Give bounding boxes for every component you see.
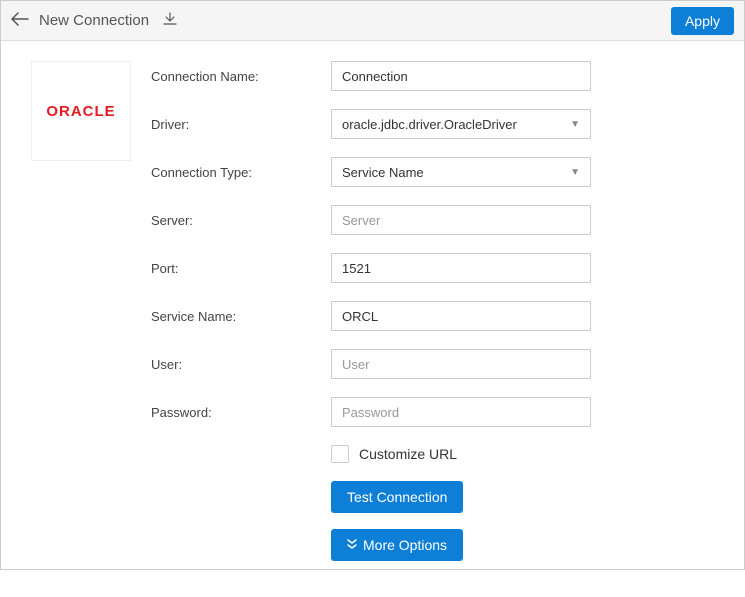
label-service-name: Service Name: [151, 309, 331, 324]
input-port[interactable] [331, 253, 591, 283]
row-user: User: [151, 349, 714, 379]
checkbox-customize-url[interactable] [331, 445, 349, 463]
row-connection-name: Connection Name: [151, 61, 714, 91]
input-user[interactable] [331, 349, 591, 379]
label-driver: Driver: [151, 117, 331, 132]
test-connection-button[interactable]: Test Connection [331, 481, 463, 513]
chevron-down-icon: ▼ [570, 167, 580, 178]
back-arrow-icon[interactable] [11, 10, 29, 31]
input-password[interactable] [331, 397, 591, 427]
label-port: Port: [151, 261, 331, 276]
row-test-connection: Test Connection [331, 481, 714, 513]
input-server[interactable] [331, 205, 591, 235]
select-connection-type[interactable]: Service Name ▼ [331, 157, 591, 187]
select-connection-type-value: Service Name [342, 165, 424, 180]
label-server: Server: [151, 213, 331, 228]
more-options-label: More Options [363, 537, 447, 553]
label-connection-name: Connection Name: [151, 69, 331, 84]
label-user: User: [151, 357, 331, 372]
page-header: New Connection Apply [1, 1, 744, 41]
oracle-logo-text: ORACLE [46, 103, 115, 120]
connection-logo: ORACLE [31, 61, 131, 161]
header-left: New Connection [11, 10, 181, 31]
content-area: ORACLE Connection Name: Driver: oracle.j… [1, 41, 744, 597]
select-driver-value: oracle.jdbc.driver.OracleDriver [342, 117, 517, 132]
row-customize-url: Customize URL [331, 445, 714, 463]
page-title: New Connection [39, 12, 149, 29]
row-driver: Driver: oracle.jdbc.driver.OracleDriver … [151, 109, 714, 139]
input-connection-name[interactable] [331, 61, 591, 91]
row-port: Port: [151, 253, 714, 283]
expand-down-icon [347, 538, 357, 552]
select-driver[interactable]: oracle.jdbc.driver.OracleDriver ▼ [331, 109, 591, 139]
input-service-name[interactable] [331, 301, 591, 331]
row-server: Server: [151, 205, 714, 235]
row-service-name: Service Name: [151, 301, 714, 331]
row-more-options: More Options [331, 529, 714, 561]
import-icon[interactable] [159, 10, 181, 31]
label-password: Password: [151, 405, 331, 420]
label-connection-type: Connection Type: [151, 165, 331, 180]
label-customize-url: Customize URL [359, 446, 457, 462]
more-options-button[interactable]: More Options [331, 529, 463, 561]
apply-button[interactable]: Apply [671, 7, 734, 35]
row-password: Password: [151, 397, 714, 427]
connection-form: Connection Name: Driver: oracle.jdbc.dri… [151, 61, 714, 577]
chevron-down-icon: ▼ [570, 119, 580, 130]
row-connection-type: Connection Type: Service Name ▼ [151, 157, 714, 187]
